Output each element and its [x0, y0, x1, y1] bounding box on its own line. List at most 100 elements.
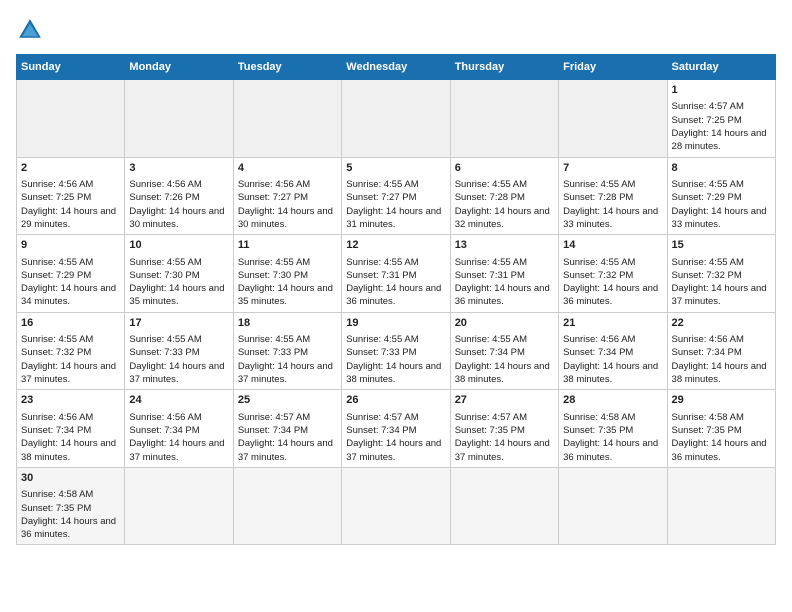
day-number: 21 — [563, 316, 662, 331]
day-info: Sunrise: 4:57 AM — [455, 411, 554, 424]
day-info: Sunrise: 4:55 AM — [455, 333, 554, 346]
calendar-cell: 19Sunrise: 4:55 AMSunset: 7:33 PMDayligh… — [342, 312, 450, 390]
calendar-cell: 14Sunrise: 4:55 AMSunset: 7:32 PMDayligh… — [559, 235, 667, 313]
day-info: Daylight: 14 hours and 36 minutes. — [563, 437, 662, 464]
day-info: Sunrise: 4:55 AM — [21, 256, 120, 269]
day-info: Daylight: 14 hours and 30 minutes. — [129, 205, 228, 232]
day-info: Daylight: 14 hours and 37 minutes. — [346, 437, 445, 464]
day-info: Daylight: 14 hours and 38 minutes. — [455, 360, 554, 387]
day-info: Daylight: 14 hours and 36 minutes. — [346, 282, 445, 309]
logo — [16, 16, 48, 44]
day-info: Sunrise: 4:55 AM — [672, 256, 771, 269]
calendar-cell — [125, 80, 233, 158]
calendar-week-6: 30 Sunrise: 4:58 AMSunset: 7:35 PMDayligh… — [17, 467, 776, 545]
day-info: Sunrise: 4:57 AM — [346, 411, 445, 424]
calendar-cell: 9Sunrise: 4:55 AMSunset: 7:29 PMDaylight… — [17, 235, 125, 313]
day-info: Sunrise: 4:56 AM — [21, 178, 120, 191]
day-number: 24 — [129, 393, 228, 408]
day-info: Sunrise: 4:56 AM — [21, 411, 120, 424]
day-info: Daylight: 14 hours and 36 minutes. — [455, 282, 554, 309]
day-info: Sunset: 7:32 PM — [21, 346, 120, 359]
day-info: Sunrise: 4:56 AM — [672, 333, 771, 346]
calendar-cell: 20Sunrise: 4:55 AMSunset: 7:34 PMDayligh… — [450, 312, 558, 390]
day-number: 9 — [21, 238, 120, 253]
day-info: Daylight: 14 hours and 29 minutes. — [21, 205, 120, 232]
calendar-week-2: 2Sunrise: 4:56 AMSunset: 7:25 PMDaylight… — [17, 157, 776, 235]
day-info: Daylight: 14 hours and 37 minutes. — [238, 360, 337, 387]
day-number: 19 — [346, 316, 445, 331]
day-number: 12 — [346, 238, 445, 253]
calendar-cell: 17Sunrise: 4:55 AMSunset: 7:33 PMDayligh… — [125, 312, 233, 390]
calendar-cell — [233, 467, 341, 545]
weekday-wednesday: Wednesday — [342, 55, 450, 80]
day-info: Sunrise: 4:56 AM — [563, 333, 662, 346]
day-info: Sunset: 7:29 PM — [672, 191, 771, 204]
weekday-tuesday: Tuesday — [233, 55, 341, 80]
calendar-cell — [342, 80, 450, 158]
day-number: 14 — [563, 238, 662, 253]
calendar-cell — [450, 80, 558, 158]
day-info: Sunset: 7:34 PM — [563, 346, 662, 359]
day-info: Sunrise: 4:55 AM — [238, 256, 337, 269]
day-number: 5 — [346, 161, 445, 176]
day-number: 29 — [672, 393, 771, 408]
day-info: Sunrise: 4:55 AM — [455, 256, 554, 269]
day-number: 1 — [672, 83, 771, 98]
day-info: Sunset: 7:35 PM — [563, 424, 662, 437]
day-number: 3 — [129, 161, 228, 176]
day-info: Daylight: 14 hours and 37 minutes. — [238, 437, 337, 464]
day-number: 11 — [238, 238, 337, 253]
day-info: Sunset: 7:32 PM — [563, 269, 662, 282]
day-info: Sunset: 7:35 PM — [21, 502, 120, 515]
day-info: Sunset: 7:35 PM — [672, 424, 771, 437]
calendar-cell: 13Sunrise: 4:55 AMSunset: 7:31 PMDayligh… — [450, 235, 558, 313]
calendar-cell — [667, 467, 775, 545]
calendar-cell: 6Sunrise: 4:55 AMSunset: 7:28 PMDaylight… — [450, 157, 558, 235]
calendar-body: 1Sunrise: 4:57 AMSunset: 7:25 PMDaylight… — [17, 80, 776, 545]
calendar-cell: 30 Sunrise: 4:58 AMSunset: 7:35 PMDayligh… — [17, 467, 125, 545]
calendar-cell — [233, 80, 341, 158]
day-info: Sunrise: 4:56 AM — [238, 178, 337, 191]
day-info: Daylight: 14 hours and 36 minutes. — [672, 437, 771, 464]
day-info: Sunrise: 4:55 AM — [455, 178, 554, 191]
day-info: Sunset: 7:28 PM — [455, 191, 554, 204]
day-info: Sunrise: 4:56 AM — [129, 411, 228, 424]
day-number: 27 — [455, 393, 554, 408]
day-info: Daylight: 14 hours and 34 minutes. — [21, 282, 120, 309]
day-number: 4 — [238, 161, 337, 176]
calendar-week-3: 9Sunrise: 4:55 AMSunset: 7:29 PMDaylight… — [17, 235, 776, 313]
calendar-cell — [450, 467, 558, 545]
calendar-cell: 5Sunrise: 4:55 AMSunset: 7:27 PMDaylight… — [342, 157, 450, 235]
day-number: 30 — [21, 471, 120, 486]
calendar-week-1: 1Sunrise: 4:57 AMSunset: 7:25 PMDaylight… — [17, 80, 776, 158]
logo-icon — [16, 16, 44, 44]
day-info: Sunset: 7:25 PM — [21, 191, 120, 204]
day-info: Sunset: 7:32 PM — [672, 269, 771, 282]
calendar-cell: 18Sunrise: 4:55 AMSunset: 7:33 PMDayligh… — [233, 312, 341, 390]
calendar-table: SundayMondayTuesdayWednesdayThursdayFrid… — [16, 54, 776, 545]
day-info: Sunset: 7:27 PM — [346, 191, 445, 204]
day-info: Sunrise: 4:58 AM — [21, 488, 120, 501]
day-info: Sunset: 7:30 PM — [129, 269, 228, 282]
day-info: Daylight: 14 hours and 31 minutes. — [346, 205, 445, 232]
day-info: Sunset: 7:28 PM — [563, 191, 662, 204]
day-number: 25 — [238, 393, 337, 408]
day-number: 18 — [238, 316, 337, 331]
calendar-cell: 7Sunrise: 4:55 AMSunset: 7:28 PMDaylight… — [559, 157, 667, 235]
calendar-cell — [125, 467, 233, 545]
day-number: 13 — [455, 238, 554, 253]
day-info: Daylight: 14 hours and 36 minutes. — [21, 515, 120, 542]
calendar-cell: 12Sunrise: 4:55 AMSunset: 7:31 PMDayligh… — [342, 235, 450, 313]
day-info: Sunrise: 4:55 AM — [129, 333, 228, 346]
calendar-cell: 10Sunrise: 4:55 AMSunset: 7:30 PMDayligh… — [125, 235, 233, 313]
day-info: Sunrise: 4:55 AM — [563, 178, 662, 191]
day-info: Sunset: 7:31 PM — [346, 269, 445, 282]
calendar-cell: 8Sunrise: 4:55 AMSunset: 7:29 PMDaylight… — [667, 157, 775, 235]
page-header — [16, 16, 776, 44]
calendar-cell: 3Sunrise: 4:56 AMSunset: 7:26 PMDaylight… — [125, 157, 233, 235]
day-info: Sunrise: 4:58 AM — [563, 411, 662, 424]
day-info: Sunrise: 4:55 AM — [129, 256, 228, 269]
day-number: 20 — [455, 316, 554, 331]
day-info: Sunrise: 4:56 AM — [129, 178, 228, 191]
day-number: 7 — [563, 161, 662, 176]
